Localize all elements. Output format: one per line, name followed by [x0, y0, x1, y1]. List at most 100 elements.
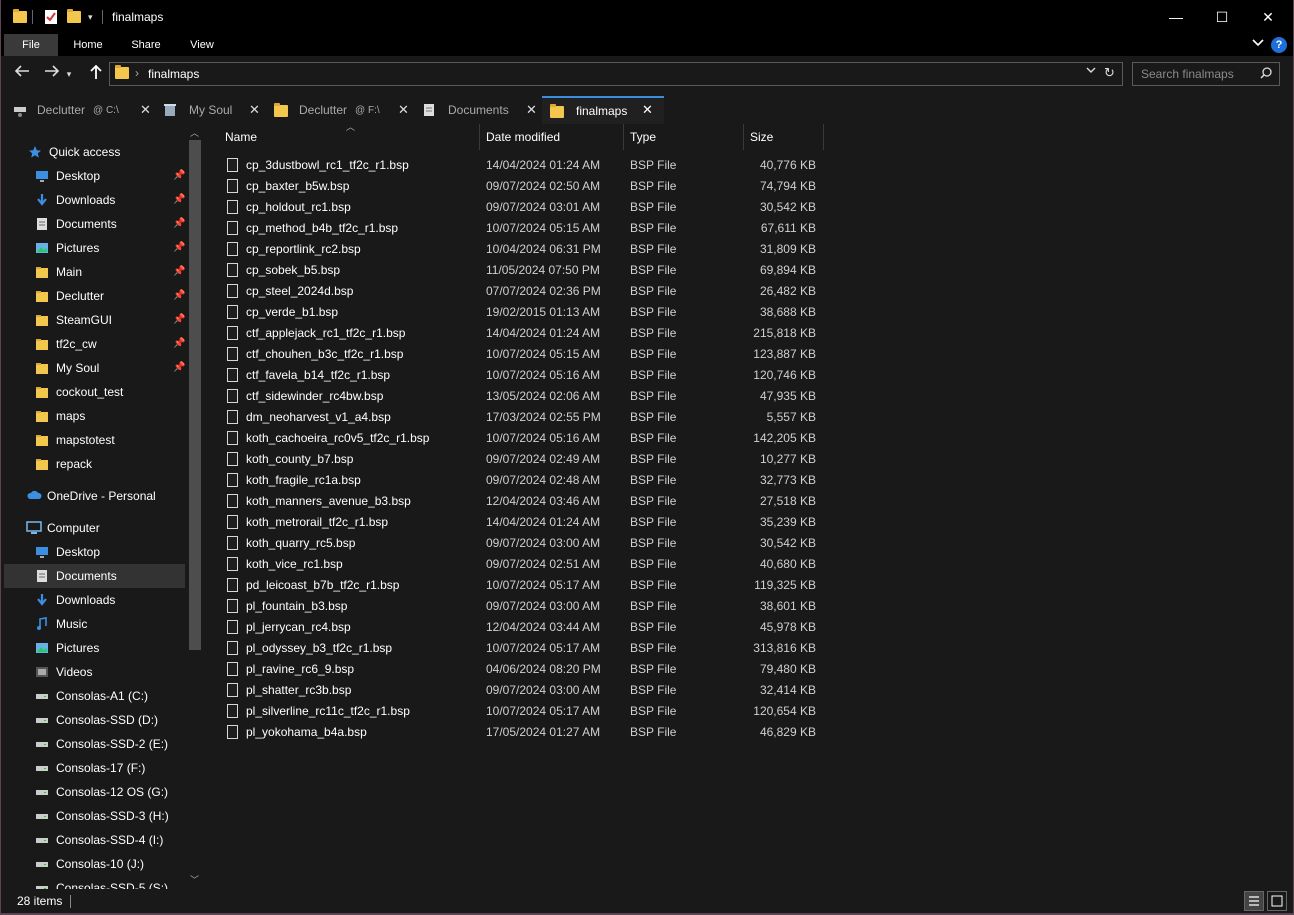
file-row[interactable]: ctf_favela_b14_tf2c_r1.bsp 10/07/2024 05:…: [205, 365, 1293, 386]
column-header-size[interactable]: Size: [744, 124, 823, 150]
tab-close-icon[interactable]: ✕: [398, 102, 409, 118]
sidebar-computer-item-consolas-ssd-3-h-[interactable]: Consolas-SSD-3 (H:): [4, 804, 185, 828]
tab-close-icon[interactable]: ✕: [642, 102, 653, 118]
sidebar-item-my-soul[interactable]: My Soul 📌: [4, 356, 185, 380]
qat-customize-icon[interactable]: ▾: [88, 7, 93, 27]
close-button[interactable]: ✕: [1245, 0, 1291, 34]
sidebar-computer-item-music[interactable]: Music: [4, 612, 185, 636]
file-row[interactable]: pl_shatter_rc3b.bsp 09/07/2024 03:00 AM BS…: [205, 680, 1293, 701]
address-bar[interactable]: › finalmaps ↻: [109, 62, 1123, 86]
file-row[interactable]: dm_neoharvest_v1_a4.bsp 17/03/2024 02:55 …: [205, 407, 1293, 428]
pin-icon[interactable]: 📌: [173, 170, 185, 181]
sidebar-item-cockout-test[interactable]: cockout_test: [4, 380, 185, 404]
file-row[interactable]: koth_quarry_rc5.bsp 09/07/2024 03:00 AM BS…: [205, 533, 1293, 554]
file-row[interactable]: koth_manners_avenue_b3.bsp 12/04/2024 03:…: [205, 491, 1293, 512]
sidebar-item-tf2c-cw[interactable]: tf2c_cw 📌: [4, 332, 185, 356]
ribbon-tab-home[interactable]: Home: [62, 34, 114, 56]
sidebar-item-mapstotest[interactable]: mapstotest: [4, 428, 185, 452]
sidebar-computer-item-consolas-ssd-5-s-[interactable]: Consolas-SSD-5 (S:): [4, 876, 185, 889]
pin-icon[interactable]: 📌: [173, 338, 185, 349]
tab-declutter-f[interactable]: Declutter @ F:\: [274, 96, 412, 124]
file-row[interactable]: pl_fountain_b3.bsp 09/07/2024 03:00 AM BSP…: [205, 596, 1293, 617]
maximize-button[interactable]: ☐: [1199, 0, 1245, 34]
sidebar-computer-item-consolas-12-os-g-[interactable]: Consolas-12 OS (G:): [4, 780, 185, 804]
ribbon-tab-share[interactable]: Share: [119, 34, 173, 56]
sidebar-item-maps[interactable]: maps: [4, 404, 185, 428]
sidebar-item-declutter[interactable]: Declutter 📌: [4, 284, 185, 308]
pin-icon[interactable]: 📌: [173, 266, 185, 277]
column-header-date[interactable]: Date modified: [480, 124, 623, 150]
tab-my-soul[interactable]: My Soul: [163, 96, 263, 124]
help-icon[interactable]: ?: [1271, 37, 1287, 53]
recent-locations-chevron-icon[interactable]: ▾: [62, 64, 76, 84]
file-row[interactable]: ctf_sidewinder_rc4bw.bsp 13/05/2024 02:06…: [205, 386, 1293, 407]
sidebar-scrollbar-thumb[interactable]: [189, 140, 201, 650]
sidebar-computer[interactable]: Computer: [4, 516, 185, 540]
sidebar-item-desktop[interactable]: Desktop 📌: [4, 164, 185, 188]
file-row[interactable]: pl_odyssey_b3_tf2c_r1.bsp 10/07/2024 05:1…: [205, 638, 1293, 659]
file-row[interactable]: ctf_applejack_rc1_tf2c_r1.bsp 14/04/2024 …: [205, 323, 1293, 344]
file-row[interactable]: koth_county_b7.bsp 09/07/2024 02:49 AM BSP…: [205, 449, 1293, 470]
column-divider[interactable]: [823, 124, 824, 150]
sidebar-computer-item-documents[interactable]: Documents: [4, 564, 185, 588]
file-row[interactable]: cp_verde_b1.bsp 19/02/2015 01:13 AM BSP Fi…: [205, 302, 1293, 323]
sidebar-item-repack[interactable]: repack: [4, 452, 185, 476]
pin-icon[interactable]: 📌: [173, 314, 185, 325]
pin-icon[interactable]: 📌: [173, 242, 185, 253]
file-row[interactable]: cp_sobek_b5.bsp 11/05/2024 07:50 PM BSP Fi…: [205, 260, 1293, 281]
tab-close-icon[interactable]: ✕: [140, 102, 151, 118]
tab-close-icon[interactable]: ✕: [249, 102, 260, 118]
tab-declutter-c[interactable]: Declutter @ C:\: [13, 96, 155, 124]
file-row[interactable]: ctf_chouhen_b3c_tf2c_r1.bsp 10/07/2024 05…: [205, 344, 1293, 365]
column-header-type[interactable]: Type: [624, 124, 743, 150]
file-row[interactable]: koth_vice_rc1.bsp 09/07/2024 02:51 AM BSP …: [205, 554, 1293, 575]
sidebar-computer-item-consolas-17-f-[interactable]: Consolas-17 (F:): [4, 756, 185, 780]
search-input[interactable]: Search finalmaps: [1141, 67, 1234, 81]
pin-icon[interactable]: 📌: [173, 362, 185, 373]
file-row[interactable]: cp_steel_2024d.bsp 07/07/2024 02:36 PM BSP…: [205, 281, 1293, 302]
minimize-button[interactable]: —: [1153, 0, 1199, 34]
search-box[interactable]: Search finalmaps: [1132, 62, 1280, 86]
file-row[interactable]: cp_3dustbowl_rc1_tf2c_r1.bsp 14/04/2024 0…: [205, 155, 1293, 176]
sidebar-item-main[interactable]: Main 📌: [4, 260, 185, 284]
file-row[interactable]: cp_reportlink_rc2.bsp 10/04/2024 06:31 PM…: [205, 239, 1293, 260]
file-row[interactable]: pl_jerrycan_rc4.bsp 12/04/2024 03:44 AM BS…: [205, 617, 1293, 638]
sidebar-computer-item-videos[interactable]: Videos: [4, 660, 185, 684]
sidebar-computer-item-downloads[interactable]: Downloads: [4, 588, 185, 612]
scroll-down-chevron-icon[interactable]: ﹀: [190, 873, 199, 886]
file-row[interactable]: pd_leicoast_b7b_tf2c_r1.bsp 10/07/2024 05…: [205, 575, 1293, 596]
properties-icon[interactable]: [44, 7, 58, 27]
pin-icon[interactable]: 📌: [173, 218, 185, 229]
tab-close-icon[interactable]: ✕: [526, 102, 537, 118]
column-header-name[interactable]: Name: [219, 124, 479, 150]
ribbon-expand-chevron-icon[interactable]: [1250, 37, 1266, 53]
up-arrow-icon[interactable]: [85, 64, 107, 84]
file-row[interactable]: koth_metrorail_tf2c_r1.bsp 14/04/2024 01:…: [205, 512, 1293, 533]
file-row[interactable]: cp_method_b4b_tf2c_r1.bsp 10/07/2024 05:1…: [205, 218, 1293, 239]
new-folder-icon[interactable]: [67, 7, 81, 27]
pin-icon[interactable]: 📌: [173, 290, 185, 301]
address-dropdown-icon[interactable]: [1086, 66, 1096, 77]
refresh-icon[interactable]: ↻: [1104, 65, 1115, 81]
file-row[interactable]: koth_fragile_rc1a.bsp 09/07/2024 02:48 AM…: [205, 470, 1293, 491]
ribbon-tab-file[interactable]: File: [4, 34, 58, 56]
back-arrow-icon[interactable]: [11, 64, 33, 84]
sidebar-computer-item-desktop[interactable]: Desktop: [4, 540, 185, 564]
file-row[interactable]: cp_holdout_rc1.bsp 09/07/2024 03:01 AM BSP…: [205, 197, 1293, 218]
sidebar-computer-item-pictures[interactable]: Pictures: [4, 636, 185, 660]
ribbon-tab-view[interactable]: View: [177, 34, 227, 56]
file-row[interactable]: pl_yokohama_b4a.bsp 17/05/2024 01:27 AM BS…: [205, 722, 1293, 743]
sidebar-item-documents[interactable]: Documents 📌: [4, 212, 185, 236]
sidebar-computer-item-consolas-ssd-2-e-[interactable]: Consolas-SSD-2 (E:): [4, 732, 185, 756]
file-row[interactable]: koth_cachoeira_rc0v5_tf2c_r1.bsp 10/07/20…: [205, 428, 1293, 449]
sidebar-computer-item-consolas-ssd-4-i-[interactable]: Consolas-SSD-4 (I:): [4, 828, 185, 852]
sidebar-item-downloads[interactable]: Downloads 📌: [4, 188, 185, 212]
file-row[interactable]: pl_silverline_rc11c_tf2c_r1.bsp 10/07/202…: [205, 701, 1293, 722]
forward-arrow-icon[interactable]: [41, 64, 63, 84]
details-view-button[interactable]: [1244, 891, 1264, 911]
file-row[interactable]: cp_baxter_b5w.bsp 09/07/2024 02:50 AM BSP …: [205, 176, 1293, 197]
sidebar-quick-access[interactable]: Quick access: [4, 140, 185, 164]
tab-documents[interactable]: Documents: [422, 96, 538, 124]
file-row[interactable]: pl_ravine_rc6_9.bsp 04/06/2024 08:20 PM BS…: [205, 659, 1293, 680]
sidebar-computer-item-consolas-10-j-[interactable]: Consolas-10 (J:): [4, 852, 185, 876]
